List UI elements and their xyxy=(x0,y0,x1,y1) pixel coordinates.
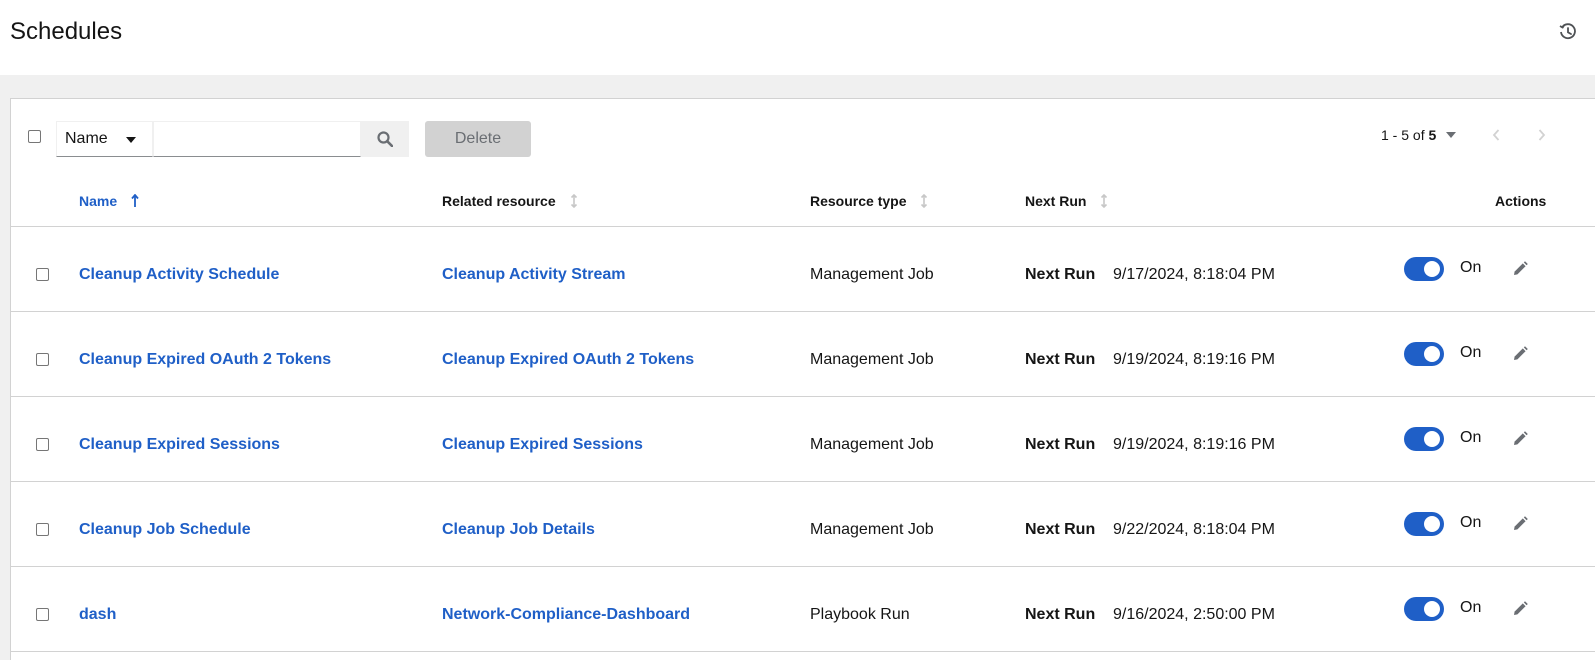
next-run-label: Next Run xyxy=(1025,606,1096,623)
schedule-name-link[interactable]: Cleanup Expired OAuth 2 Tokens xyxy=(79,351,331,369)
table-header: Name Related resource Resource type Next… xyxy=(11,179,1595,227)
next-run-label: Next Run xyxy=(1025,436,1096,453)
column-header-actions: Actions xyxy=(1495,193,1547,209)
next-run-value: 9/16/2024, 2:50:00 PM xyxy=(1113,606,1275,623)
arrows-alt-v-icon xyxy=(920,194,928,208)
edit-schedule-button[interactable] xyxy=(1509,598,1531,620)
schedule-name-link[interactable]: dash xyxy=(79,606,116,624)
toggle-label: On xyxy=(1460,344,1482,361)
table-row: Cleanup Expired OAuth 2 Tokens Cleanup E… xyxy=(11,312,1595,397)
pagination-range: 1 - 5 xyxy=(1381,127,1410,143)
edit-schedule-button[interactable] xyxy=(1509,343,1531,365)
resource-type: Management Job xyxy=(810,436,934,453)
resource-type: Management Job xyxy=(810,266,934,283)
row-checkbox[interactable] xyxy=(36,353,49,366)
history-button[interactable] xyxy=(1556,20,1580,44)
edit-schedule-button[interactable] xyxy=(1509,513,1531,535)
row-checkbox[interactable] xyxy=(36,438,49,451)
column-header-resource-type[interactable]: Resource type xyxy=(810,193,928,209)
angle-right-icon xyxy=(1538,129,1546,141)
row-checkbox[interactable] xyxy=(36,608,49,621)
row-checkbox[interactable] xyxy=(36,268,49,281)
caret-down-icon xyxy=(1446,132,1457,138)
toggle-label: On xyxy=(1460,599,1482,616)
edit-schedule-button[interactable] xyxy=(1509,428,1531,450)
delete-button[interactable]: Delete xyxy=(425,121,531,157)
resource-type: Management Job xyxy=(810,521,934,538)
pagination-total: 5 xyxy=(1428,127,1437,143)
related-resource-link[interactable]: Cleanup Activity Stream xyxy=(442,266,625,284)
pagination-toggle[interactable]: 1 - 5 of 5 xyxy=(1381,127,1457,143)
edit-schedule-button[interactable] xyxy=(1509,258,1531,280)
next-page-button[interactable] xyxy=(1532,125,1552,145)
next-run-label: Next Run xyxy=(1025,266,1096,283)
page-title: Schedules xyxy=(10,18,123,45)
toggle-label: On xyxy=(1460,259,1482,276)
table-row: Cleanup Activity Schedule Cleanup Activi… xyxy=(11,227,1595,312)
filter-attribute-label: Name xyxy=(65,130,108,147)
related-resource-link[interactable]: Cleanup Expired OAuth 2 Tokens xyxy=(442,351,694,369)
toolbar: Name Delete 1 - 5 of 5 xyxy=(11,99,1595,179)
schedule-toggle[interactable] xyxy=(1404,257,1444,281)
column-header-name[interactable]: Name xyxy=(79,193,139,209)
resource-type: Management Job xyxy=(810,351,934,368)
schedule-name-link[interactable]: Cleanup Job Schedule xyxy=(79,521,251,539)
column-header-related-resource[interactable]: Related resource xyxy=(442,193,578,209)
schedule-toggle[interactable] xyxy=(1404,597,1444,621)
arrows-alt-v-icon xyxy=(1100,194,1108,208)
filter-attribute-select[interactable]: Name xyxy=(56,121,153,157)
next-run-label: Next Run xyxy=(1025,521,1096,538)
schedule-name-link[interactable]: Cleanup Activity Schedule xyxy=(79,266,279,284)
related-resource-link[interactable]: Cleanup Job Details xyxy=(442,521,595,539)
next-run-value: 9/22/2024, 8:18:04 PM xyxy=(1113,521,1275,538)
pencil-icon xyxy=(1514,261,1528,275)
next-run-value: 9/17/2024, 8:18:04 PM xyxy=(1113,266,1275,283)
next-run-label: Next Run xyxy=(1025,351,1096,368)
pencil-icon xyxy=(1514,346,1528,360)
pencil-icon xyxy=(1514,431,1528,445)
toggle-label: On xyxy=(1460,514,1482,531)
history-icon xyxy=(1559,23,1576,40)
schedule-toggle[interactable] xyxy=(1404,512,1444,536)
resource-type: Playbook Run xyxy=(810,606,910,623)
next-run-value: 9/19/2024, 8:19:16 PM xyxy=(1113,351,1275,368)
pencil-icon xyxy=(1514,516,1528,530)
search-button[interactable] xyxy=(361,121,409,157)
column-header-next-run[interactable]: Next Run xyxy=(1025,193,1108,209)
table-row: Cleanup Job Schedule Cleanup Job Details… xyxy=(11,482,1595,567)
schedule-toggle[interactable] xyxy=(1404,427,1444,451)
next-run-value: 9/19/2024, 8:19:16 PM xyxy=(1113,436,1275,453)
pagination-of: of xyxy=(1412,127,1425,143)
table-row: Cleanup Expired Sessions Cleanup Expired… xyxy=(11,397,1595,482)
schedule-toggle[interactable] xyxy=(1404,342,1444,366)
search-input[interactable] xyxy=(153,121,361,157)
select-all-checkbox[interactable] xyxy=(28,130,41,143)
arrows-alt-v-icon xyxy=(570,194,578,208)
row-checkbox[interactable] xyxy=(36,523,49,536)
related-resource-link[interactable]: Network-Compliance-Dashboard xyxy=(442,606,690,624)
toggle-label: On xyxy=(1460,429,1482,446)
long-arrow-up-icon xyxy=(131,194,139,208)
schedule-name-link[interactable]: Cleanup Expired Sessions xyxy=(79,436,280,454)
angle-left-icon xyxy=(1492,129,1500,141)
related-resource-link[interactable]: Cleanup Expired Sessions xyxy=(442,436,643,454)
schedules-card: Name Delete 1 - 5 of 5 Name Related reso… xyxy=(10,98,1595,660)
previous-page-button[interactable] xyxy=(1486,125,1506,145)
table-row: dash Network-Compliance-Dashboard Playbo… xyxy=(11,567,1595,652)
pencil-icon xyxy=(1514,601,1528,615)
search-icon xyxy=(377,131,393,147)
caret-down-icon xyxy=(126,137,136,143)
page-header: Schedules xyxy=(0,0,1595,75)
